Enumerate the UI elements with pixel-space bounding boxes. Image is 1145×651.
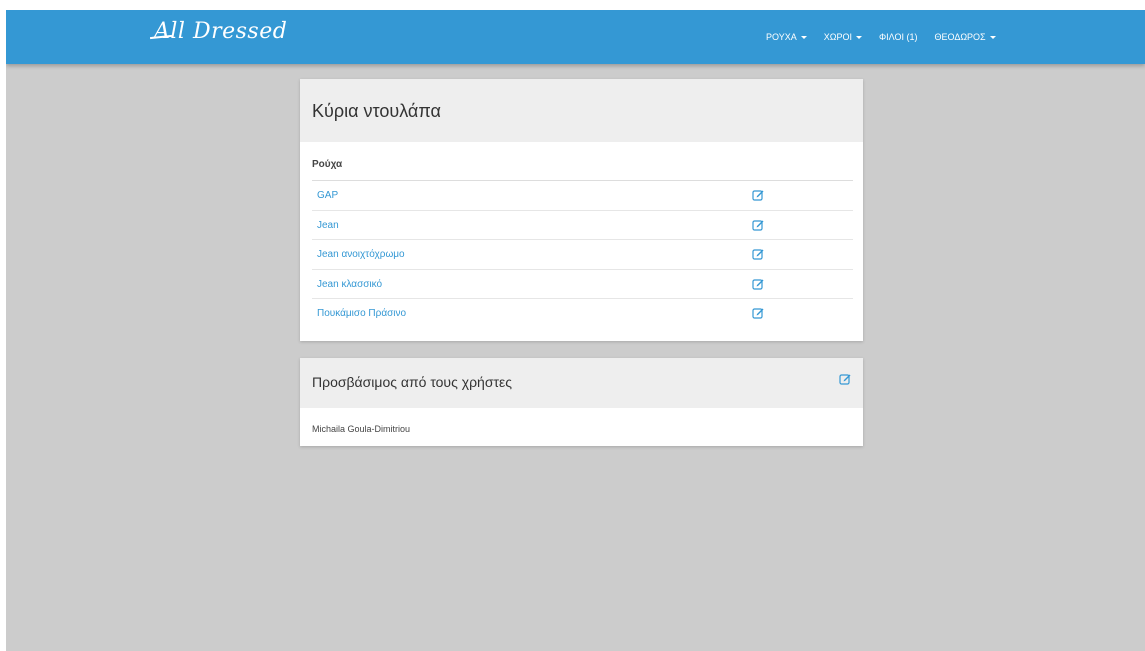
edit-icon[interactable] [752,278,764,290]
edit-icon[interactable] [839,373,851,385]
nav-item-spaces[interactable]: ΧΩΡΟΙ [824,32,862,42]
edit-icon[interactable] [752,189,764,201]
clothing-item-link[interactable]: Jean ανοιχτόχρωμο [317,249,405,260]
clothes-table: Ρούχα GAP Jean Jean ανοιχτόχρωμο Jean κλ… [312,159,853,329]
wardrobe-panel-header: Κύρια ντουλάπα [300,79,863,142]
table-row: Jean ανοιχτόχρωμο [312,240,853,270]
brand-logo-text: All Dressed [154,19,288,44]
nav-menu: ΡΟΥΧΑ ΧΩΡΟΙ ΦΙΛΟΙ (1) ΘΕΟΔΩΡΟΣ [766,10,1013,64]
nav-item-label: ΡΟΥΧΑ [766,32,797,42]
table-row: Jean κλασσικό [312,270,853,299]
table-row: Jean [312,211,853,240]
wardrobe-title: Κύρια ντουλάπα [312,101,441,121]
clothing-item-link[interactable]: Πουκάμισο Πράσινο [317,308,406,319]
edit-icon[interactable] [752,248,764,260]
nav-item-clothes[interactable]: ΡΟΥΧΑ [766,32,807,42]
edit-icon[interactable] [752,307,764,319]
wardrobe-panel: Κύρια ντουλάπα Ρούχα GAP Jean Jean ανοιχ… [300,79,863,341]
access-user-name: Michaila Goula-Dimitriou [312,424,411,434]
clothing-item-link[interactable]: Jean κλασσικό [317,279,382,290]
table-row: GAP [312,181,853,211]
nav-item-label: ΘΕΟΔΩΡΟΣ [934,32,986,42]
table-row: Πουκάμισο Πράσινο [312,299,853,329]
clothing-item-link[interactable]: Jean [317,220,339,231]
caret-down-icon [989,35,996,39]
nav-item-label: ΧΩΡΟΙ [823,32,852,42]
edit-icon[interactable] [752,219,764,231]
caret-down-icon [855,35,862,39]
access-title: Προσβάσιμος από τους χρήστες [312,374,512,390]
clothes-column-header: Ρούχα [312,159,853,181]
page-viewport: All Dressed ΡΟΥΧΑ ΧΩΡΟΙ ΦΙΛΟΙ (1) ΘΕΟΔΩΡ… [6,10,1145,651]
top-navbar: All Dressed ΡΟΥΧΑ ΧΩΡΟΙ ΦΙΛΟΙ (1) ΘΕΟΔΩΡ… [6,10,1145,64]
access-panel: Προσβάσιμος από τους χρήστες Michaila Go… [300,358,863,446]
nav-item-label: ΦΙΛΟΙ (1) [878,32,918,42]
caret-down-icon [800,35,807,39]
nav-item-friends[interactable]: ΦΙΛΟΙ (1) [879,32,918,42]
brand-logo[interactable]: All Dressed [149,19,288,44]
nav-item-user-menu[interactable]: ΘΕΟΔΩΡΟΣ [935,32,996,42]
access-panel-header: Προσβάσιμος από τους χρήστες [300,358,863,408]
clothing-item-link[interactable]: GAP [317,190,338,201]
